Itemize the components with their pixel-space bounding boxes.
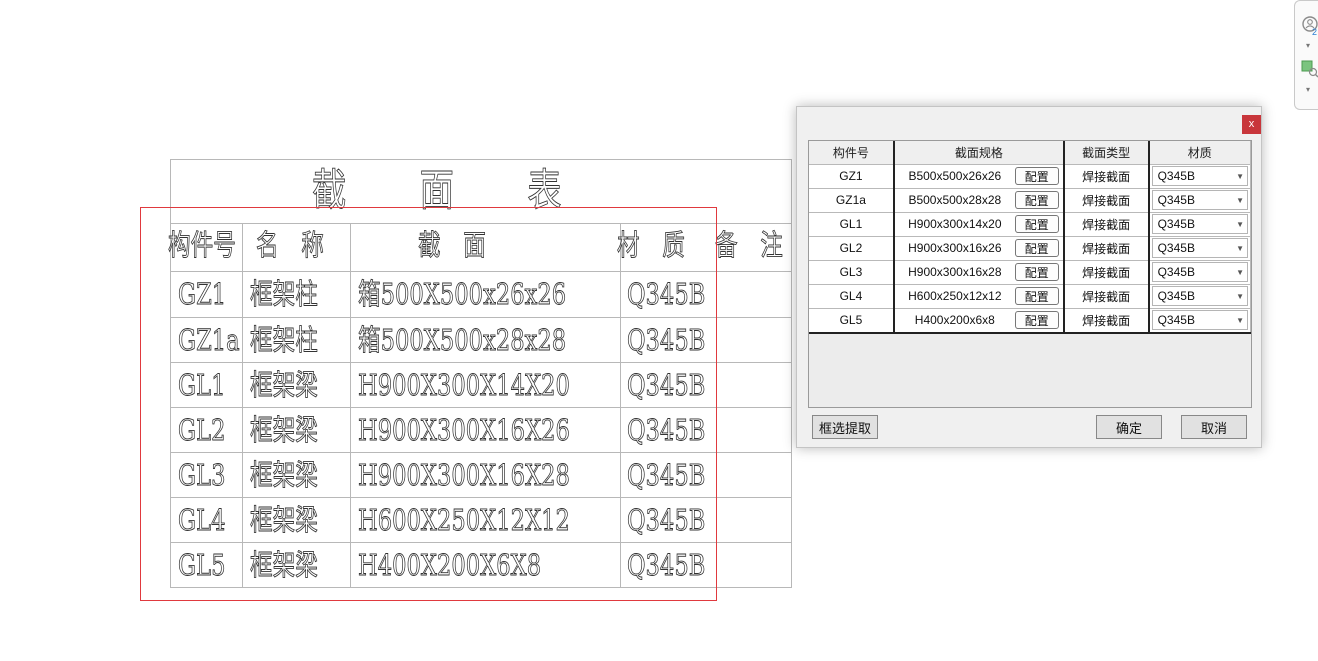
- grid-row[interactable]: GL3 H900x300x16x28 配置 焊接截面 Q345B ▼: [809, 259, 1251, 285]
- grid-row[interactable]: GL1 H900x300x14x20 配置 焊接截面 Q345B ▼: [809, 211, 1251, 237]
- section-spec-text: H900x300x16x28: [908, 265, 1002, 279]
- cell-section-type[interactable]: 焊接截面: [1063, 211, 1150, 237]
- section-spec-text: H900x300x16x26: [908, 241, 1002, 255]
- cell-member-id[interactable]: GL2: [809, 235, 895, 261]
- layer-search-icon[interactable]: [1300, 59, 1318, 79]
- cell-section-type[interactable]: 焊接截面: [1063, 283, 1150, 309]
- material-value: Q345B: [1157, 289, 1195, 303]
- column-header-id[interactable]: 构件号: [809, 141, 895, 165]
- grid-header-row: 构件号 截面规格 截面类型 材质: [809, 141, 1251, 165]
- cell-section-spec[interactable]: H400x200x6x8 配置: [893, 307, 1065, 334]
- tool-badge: 2: [1312, 27, 1318, 37]
- drawing-column-header: 备 注: [715, 228, 784, 262]
- chevron-down-icon[interactable]: ▼: [1236, 244, 1244, 253]
- chevron-down-icon[interactable]: ▼: [1236, 172, 1244, 181]
- cell-member-id[interactable]: GZ1a: [809, 187, 895, 213]
- cell-section-type[interactable]: 焊接截面: [1063, 259, 1150, 285]
- ok-button[interactable]: 确定: [1096, 415, 1162, 439]
- cell-section-spec[interactable]: B500x500x26x26 配置: [893, 163, 1065, 189]
- cell-section-type[interactable]: 焊接截面: [1063, 163, 1150, 189]
- material-select[interactable]: Q345B ▼: [1151, 190, 1248, 210]
- cell-section-spec[interactable]: H600x250x12x12 配置: [893, 283, 1065, 309]
- cell-member-id[interactable]: GZ1: [809, 163, 895, 189]
- material-value: Q345B: [1157, 313, 1195, 327]
- section-spec-text: B500x500x28x28: [908, 193, 1002, 207]
- cell-section-type[interactable]: 焊接截面: [1063, 187, 1150, 213]
- cell-section-spec[interactable]: H900x300x14x20 配置: [893, 211, 1065, 237]
- config-button[interactable]: 配置: [1014, 191, 1059, 209]
- section-spec-text: H600x250x12x12: [908, 289, 1002, 303]
- material-select[interactable]: Q345B ▼: [1151, 310, 1248, 330]
- chevron-down-icon[interactable]: ▼: [1236, 292, 1244, 301]
- material-value: Q345B: [1157, 265, 1195, 279]
- cell-member-id[interactable]: GL3: [809, 259, 895, 285]
- cell-member-id[interactable]: GL5: [809, 307, 895, 334]
- material-select[interactable]: Q345B ▼: [1151, 166, 1248, 186]
- material-select[interactable]: Q345B ▼: [1151, 262, 1248, 282]
- config-button[interactable]: 配置: [1014, 263, 1059, 281]
- grid-row[interactable]: GL5 H400x200x6x8 配置 焊接截面 Q345B ▼: [809, 307, 1251, 334]
- section-extract-dialog: x 构件号 截面规格 截面类型 材质 GZ1 B500x500x26x26 配置 焊接…: [796, 106, 1262, 448]
- chevron-down-icon[interactable]: ▼: [1236, 316, 1244, 325]
- cell-material[interactable]: Q345B ▼: [1148, 163, 1251, 189]
- cell-material[interactable]: Q345B ▼: [1148, 283, 1251, 309]
- column-header-spec[interactable]: 截面规格: [893, 141, 1065, 165]
- cell-section-type[interactable]: 焊接截面: [1063, 235, 1150, 261]
- chevron-down-icon[interactable]: ▼: [1236, 268, 1244, 277]
- cell-material[interactable]: Q345B ▼: [1148, 259, 1251, 285]
- material-value: Q345B: [1157, 241, 1195, 255]
- grid-row[interactable]: GL4 H600x250x12x12 配置 焊接截面 Q345B ▼: [809, 283, 1251, 309]
- grid-row[interactable]: GZ1a B500x500x28x28 配置 焊接截面 Q345B ▼: [809, 187, 1251, 213]
- chevron-down-icon[interactable]: ▼: [1236, 220, 1244, 229]
- chevron-down-icon[interactable]: ▾: [1306, 85, 1310, 94]
- cell-member-id[interactable]: GL1: [809, 211, 895, 237]
- section-grid: 构件号 截面规格 截面类型 材质 GZ1 B500x500x26x26 配置 焊接截面…: [808, 140, 1252, 408]
- material-select[interactable]: Q345B ▼: [1151, 214, 1248, 234]
- grid-row[interactable]: GZ1 B500x500x26x26 配置 焊接截面 Q345B ▼: [809, 163, 1251, 189]
- chevron-down-icon[interactable]: ▼: [1236, 196, 1244, 205]
- material-select[interactable]: Q345B ▼: [1151, 238, 1248, 258]
- cell-material[interactable]: Q345B ▼: [1148, 187, 1251, 213]
- column-header-material[interactable]: 材质: [1148, 141, 1251, 165]
- cancel-button[interactable]: 取消: [1181, 415, 1247, 439]
- config-button[interactable]: 配置: [1014, 167, 1059, 185]
- box-select-extract-button[interactable]: 框选提取: [812, 415, 878, 439]
- material-select[interactable]: Q345B ▼: [1151, 286, 1248, 306]
- selection-rectangle: [140, 207, 717, 601]
- config-button[interactable]: 配置: [1014, 287, 1059, 305]
- section-spec-text: B500x500x26x26: [908, 169, 1002, 183]
- side-toolbar: 2 ▾ ▾: [1294, 0, 1318, 110]
- section-spec-text: H400x200x6x8: [914, 313, 995, 327]
- cell-member-id[interactable]: GL4: [809, 283, 895, 309]
- chevron-down-icon[interactable]: ▾: [1306, 41, 1310, 50]
- cell-material[interactable]: Q345B ▼: [1148, 307, 1251, 334]
- cell-section-spec[interactable]: H900x300x16x26 配置: [893, 235, 1065, 261]
- cell-section-spec[interactable]: H900x300x16x28 配置: [893, 259, 1065, 285]
- table-border-top: [170, 159, 792, 160]
- grid-row[interactable]: GL2 H900x300x16x26 配置 焊接截面 Q345B ▼: [809, 235, 1251, 261]
- material-value: Q345B: [1157, 169, 1195, 183]
- close-button[interactable]: x: [1242, 115, 1261, 134]
- column-header-type[interactable]: 截面类型: [1063, 141, 1150, 165]
- config-button[interactable]: 配置: [1014, 311, 1059, 329]
- cell-material[interactable]: Q345B ▼: [1148, 211, 1251, 237]
- cell-section-spec[interactable]: B500x500x28x28 配置: [893, 187, 1065, 213]
- cell-material[interactable]: Q345B ▼: [1148, 235, 1251, 261]
- config-button[interactable]: 配置: [1014, 215, 1059, 233]
- config-button[interactable]: 配置: [1014, 239, 1059, 257]
- cell-section-type[interactable]: 焊接截面: [1063, 307, 1150, 334]
- section-spec-text: H900x300x14x20: [908, 217, 1002, 231]
- material-value: Q345B: [1157, 217, 1195, 231]
- material-value: Q345B: [1157, 193, 1195, 207]
